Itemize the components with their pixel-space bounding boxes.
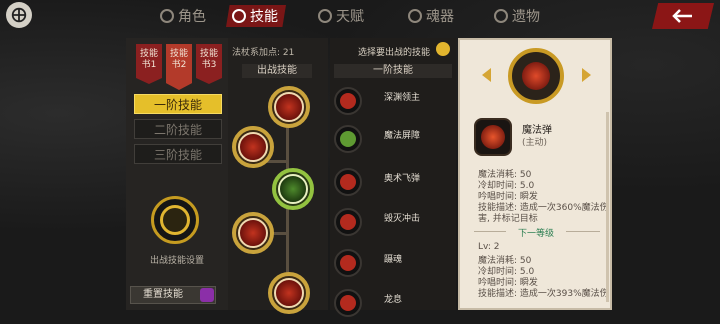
skill-name: 奥术飞弹: [384, 174, 421, 184]
tab-soul-vessel[interactable]: 魂器: [408, 5, 454, 27]
tab-label: 技能: [250, 9, 278, 25]
list-item[interactable]: 蹑魂: [334, 248, 452, 278]
abyss-lord-icon: [334, 87, 362, 115]
tier-header: 一阶技能: [334, 64, 452, 78]
flame-icon: [334, 208, 362, 236]
prev-arrow-icon[interactable]: [482, 68, 491, 82]
gem-icon: [200, 288, 214, 302]
back-button[interactable]: [652, 3, 714, 29]
tier-3-button[interactable]: 三阶技能: [134, 144, 222, 164]
claw-icon: [274, 278, 304, 308]
beast-icon: [238, 218, 268, 248]
tab-label: 魂器: [426, 9, 454, 25]
tab-label: 遗物: [512, 9, 540, 25]
equip-skill-label: 出战技能设置: [149, 256, 204, 266]
magic-bullet-icon: [474, 118, 512, 156]
skill-name: 魔法屏障: [384, 131, 421, 141]
skill-title: 魔法弹: [522, 125, 552, 136]
tab-character[interactable]: 角色: [160, 5, 206, 27]
book-tab-2[interactable]: 技能书2: [166, 44, 192, 90]
list-item[interactable]: 龙息: [334, 288, 452, 318]
next-description: 技能描述: 造成一次393%魔法伤: [478, 289, 609, 299]
select-hint: 选择要出战的技能: [358, 48, 431, 58]
tab-talent[interactable]: 天赋: [318, 5, 364, 27]
list-item[interactable]: 毁灭冲击: [334, 207, 452, 237]
tab-relic[interactable]: 遗物: [494, 5, 540, 27]
soul-vessel-icon: [408, 9, 422, 23]
list-item[interactable]: 魔法屏障: [334, 124, 452, 154]
tab-label: 角色: [178, 9, 206, 25]
top-nav: 角色 技能 天赋 魂器 遗物: [0, 0, 720, 32]
character-icon: [160, 9, 174, 23]
weapon-icon: [508, 48, 564, 104]
arcane-missile-icon: [334, 168, 362, 196]
equip-skill-slot[interactable]: [151, 196, 199, 244]
swirl-icon: [160, 205, 190, 235]
book-tab-3[interactable]: 技能书3: [196, 44, 222, 84]
next-level: Lv: 2: [478, 242, 500, 252]
back-arrow-icon: [672, 9, 692, 23]
list-item[interactable]: 奥术飞弹: [334, 167, 452, 197]
list-item[interactable]: 深渊领主: [334, 86, 452, 116]
tree-node-claw[interactable]: [268, 272, 310, 314]
next-arrow-icon[interactable]: [582, 68, 591, 82]
talent-icon: [318, 9, 332, 23]
game-logo[interactable]: [6, 2, 32, 28]
points-label: 法杖系加点: 21: [232, 48, 295, 58]
next-level-label: 下一等级: [506, 226, 566, 239]
skill-name: 深渊领主: [384, 93, 421, 103]
detail-scrollbar[interactable]: [606, 112, 609, 302]
relic-icon: [494, 9, 508, 23]
tier-2-button[interactable]: 二阶技能: [134, 119, 222, 139]
skill-name: 蹑魂: [384, 255, 403, 265]
tree-node-magic-barrier[interactable]: [272, 168, 314, 210]
tab-skills[interactable]: 技能: [226, 5, 286, 27]
tree-node-fang[interactable]: [232, 126, 274, 168]
skill-name: 毁灭冲击: [384, 214, 421, 224]
description-cont: 害, 并标记目标: [478, 214, 538, 224]
shield-icon: [334, 125, 362, 153]
info-icon[interactable]: [436, 42, 450, 56]
book-tab-1[interactable]: 技能书1: [136, 44, 162, 84]
tab-label: 天赋: [336, 9, 364, 25]
tree-node-beast[interactable]: [232, 212, 274, 254]
skill-type: (主动): [522, 138, 548, 148]
skill-name: 龙息: [384, 295, 403, 305]
dragon-breath-icon: [334, 289, 362, 317]
tier-1-button[interactable]: 一阶技能: [134, 94, 222, 114]
fang-icon: [238, 132, 268, 162]
skill-book-panel: 技能书1 技能书2 技能书3 一阶技能 二阶技能 三阶技能 出战技能设置: [126, 38, 228, 310]
skill-icon: [232, 9, 246, 23]
tree-node-abyss-lord[interactable]: [268, 86, 310, 128]
shield-icon: [278, 174, 308, 204]
equipped-header: 出战技能: [242, 64, 312, 78]
abyss-lord-icon: [274, 92, 304, 122]
fang-icon: [334, 249, 362, 277]
